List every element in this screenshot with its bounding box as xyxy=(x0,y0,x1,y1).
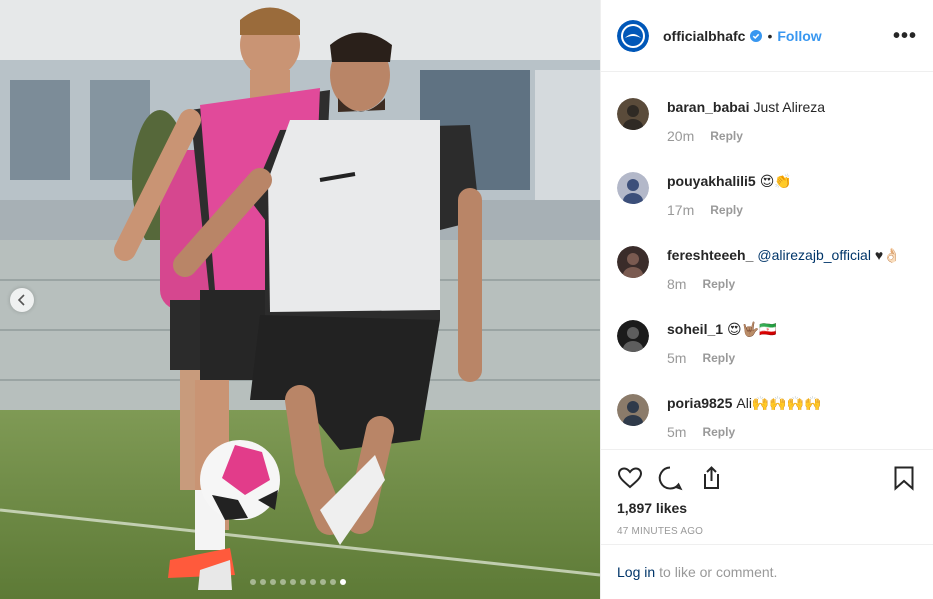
commenter-avatar[interactable] xyxy=(617,394,649,426)
comment-mention[interactable]: @alirezajb_official xyxy=(757,247,871,263)
comment-item: baran_babai Just Alireza 20m Reply xyxy=(617,98,917,144)
comment-meta: 5m Reply xyxy=(667,350,917,366)
comment-time[interactable]: 17m xyxy=(667,202,694,218)
comment-username[interactable]: pouyakhalili5 xyxy=(667,173,756,189)
comment-text: Ali🙌🙌🙌🙌 xyxy=(736,395,822,411)
bookmark-icon[interactable] xyxy=(891,465,917,491)
instagram-post: officialbhafc • Follow ••• baran_babai Ju… xyxy=(0,0,933,599)
comment-meta: 5m Reply xyxy=(667,424,917,440)
login-prompt-text: to like or comment. xyxy=(659,564,778,580)
comment-item: pouyakhalili5 😍👏 17m Reply xyxy=(617,172,917,218)
verified-badge-icon xyxy=(750,29,763,42)
comment-time[interactable]: 20m xyxy=(667,128,694,144)
comment-text-line: pouyakhalili5 😍👏 xyxy=(667,172,917,190)
share-icon[interactable] xyxy=(697,465,723,491)
carousel-dot xyxy=(340,579,346,585)
account-avatar[interactable] xyxy=(617,19,649,52)
previous-slide-button[interactable] xyxy=(10,288,34,312)
carousel-dot xyxy=(260,579,266,585)
comment-icon[interactable] xyxy=(657,465,683,491)
post-timestamp: 47 MINUTES AGO xyxy=(617,526,704,537)
post-actions: 1,897 likes 47 MINUTES AGO xyxy=(601,449,933,544)
comment-text: 😍🤟🏽🇮🇷 xyxy=(727,321,777,337)
post-header: officialbhafc • Follow ••• xyxy=(601,0,933,72)
likes-count[interactable]: 1,897 likes xyxy=(617,500,917,516)
comment-body: baran_babai Just Alireza 20m Reply xyxy=(667,98,917,144)
post-photo[interactable] xyxy=(0,0,600,599)
comment-username[interactable]: baran_babai xyxy=(667,99,749,115)
carousel-dot xyxy=(270,579,276,585)
carousel-dot xyxy=(300,579,306,585)
header-separator: • xyxy=(767,27,773,44)
carousel-dot xyxy=(330,579,336,585)
comment-meta: 17m Reply xyxy=(667,202,917,218)
comment-username[interactable]: soheil_1 xyxy=(667,321,723,337)
login-link[interactable]: Log in xyxy=(617,564,655,580)
comment-body: fereshteeeh_ @alirezajb_official ♥👌🏻 8m Rep… xyxy=(667,246,917,292)
comment-meta: 8m Reply xyxy=(667,276,917,292)
comment-meta: 20m Reply xyxy=(667,128,917,144)
comment-item: poria9825 Ali🙌🙌🙌🙌 5m Reply xyxy=(617,394,917,440)
comment-time[interactable]: 8m xyxy=(667,276,686,292)
reply-button[interactable]: Reply xyxy=(702,351,735,365)
carousel-dot xyxy=(310,579,316,585)
heart-icon[interactable] xyxy=(617,465,643,491)
reply-button[interactable]: Reply xyxy=(710,203,743,217)
carousel-dot xyxy=(250,579,256,585)
account-username[interactable]: officialbhafc xyxy=(663,28,745,44)
comment-text-line: poria9825 Ali🙌🙌🙌🙌 xyxy=(667,394,917,412)
reply-button[interactable]: Reply xyxy=(710,129,743,143)
commenter-avatar[interactable] xyxy=(617,320,649,352)
carousel-dot xyxy=(290,579,296,585)
comment-item: soheil_1 😍🤟🏽🇮🇷 5m Reply xyxy=(617,320,917,366)
comment-text-line: soheil_1 😍🤟🏽🇮🇷 xyxy=(667,320,917,338)
comment-body: soheil_1 😍🤟🏽🇮🇷 5m Reply xyxy=(667,320,917,366)
chevron-left-icon xyxy=(17,294,25,306)
comments-list[interactable]: baran_babai Just Alireza 20m Reply pouyakhal… xyxy=(601,72,933,449)
follow-button[interactable]: Follow xyxy=(777,28,821,44)
comment-text-line: baran_babai Just Alireza xyxy=(667,98,917,116)
carousel-dot xyxy=(280,579,286,585)
reply-button[interactable]: Reply xyxy=(702,425,735,439)
truncated-comment xyxy=(617,72,917,76)
carousel-dot xyxy=(320,579,326,585)
comment-text-line: fereshteeeh_ @alirezajb_official ♥👌🏻 xyxy=(667,246,917,264)
comment-time[interactable]: 5m xyxy=(667,350,686,366)
comment-text-tail: ♥👌🏻 xyxy=(870,247,901,263)
comment-body: pouyakhalili5 😍👏 17m Reply xyxy=(667,172,917,218)
commenter-avatar[interactable] xyxy=(617,246,649,278)
comment-username[interactable]: poria9825 xyxy=(667,395,732,411)
comment-text: 😍👏 xyxy=(759,173,792,189)
action-icons xyxy=(617,458,917,498)
commenter-avatar[interactable] xyxy=(617,172,649,204)
comment-text: Just Alireza xyxy=(753,99,826,115)
comment-username[interactable]: fereshteeeh_ xyxy=(667,247,753,263)
football-training-image xyxy=(0,0,600,599)
carousel-dots xyxy=(250,579,346,585)
more-options-button[interactable]: ••• xyxy=(893,26,917,46)
comment-time[interactable]: 5m xyxy=(667,424,686,440)
post-sidebar: officialbhafc • Follow ••• baran_babai Ju… xyxy=(600,0,933,599)
comment-body: poria9825 Ali🙌🙌🙌🙌 5m Reply xyxy=(667,394,917,440)
login-prompt: Log in to like or comment. xyxy=(601,544,933,599)
commenter-avatar[interactable] xyxy=(617,98,649,130)
reply-button[interactable]: Reply xyxy=(702,277,735,291)
comment-item: fereshteeeh_ @alirezajb_official ♥👌🏻 8m Rep… xyxy=(617,246,917,292)
